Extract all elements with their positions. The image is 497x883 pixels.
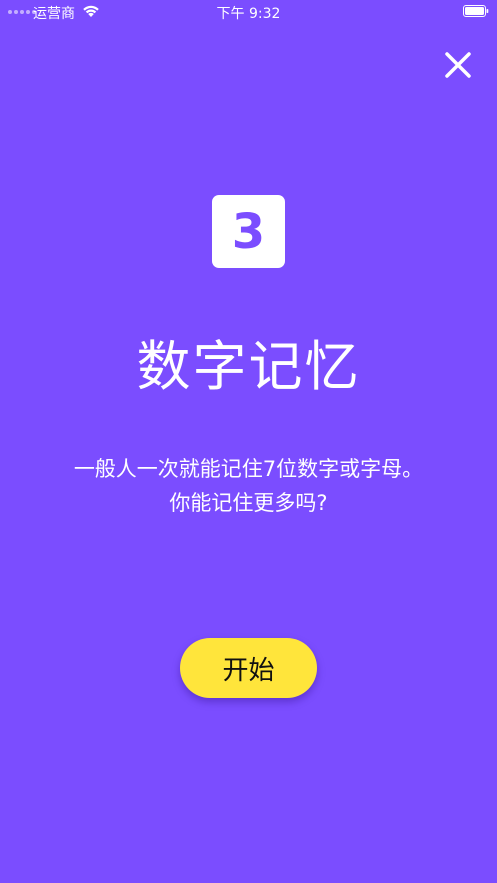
status-time: 下午 9:32 [216, 6, 281, 22]
game-description: 一般人一次就能记住7位数字或字母。 你能记住更多吗? [20, 452, 477, 520]
status-bar: 运营商 下午 9:32 [0, 0, 497, 24]
start-button[interactable]: 开始 [180, 638, 317, 698]
close-button[interactable] [441, 48, 475, 82]
description-line-2: 你能记住更多吗? [169, 491, 328, 515]
close-icon [445, 52, 471, 78]
game-number-badge: 3 [212, 195, 285, 268]
battery-icon [463, 5, 489, 17]
page-title: 数字记忆 [136, 335, 361, 398]
description-line-1: 一般人一次就能记住7位数字或字母。 [73, 457, 424, 481]
